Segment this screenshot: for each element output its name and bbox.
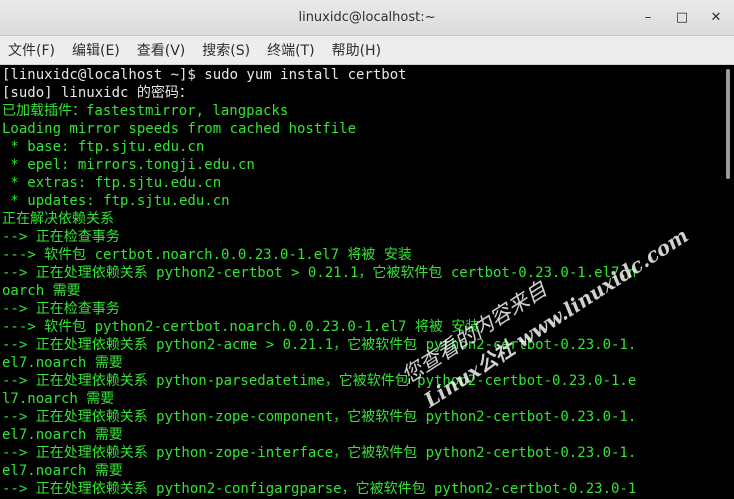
terminal-line: Loading mirror speeds from cached hostfi… [2, 121, 357, 137]
menu-edit[interactable]: 编辑(E) [68, 40, 124, 60]
close-icon[interactable]: ✕ [706, 8, 726, 28]
title-bar[interactable]: linuxidc@localhost:~ – □ ✕ [0, 0, 734, 36]
terminal-line: --> 正在处理依赖关系 python-parsedatetime，它被软件包 … [2, 373, 637, 389]
terminal-line: ---> 软件包 python2-certbot.noarch.0.0.23.0… [2, 319, 480, 335]
terminal-line: * updates: ftp.sjtu.edu.cn [2, 193, 230, 209]
menu-file[interactable]: 文件(F) [4, 40, 59, 60]
menu-help[interactable]: 帮助(H) [328, 40, 385, 60]
minimize-icon[interactable]: – [638, 8, 658, 28]
terminal-line: * extras: ftp.sjtu.edu.cn [2, 175, 222, 191]
terminal-line: [sudo] linuxidc 的密码： [2, 85, 193, 101]
terminal-line: --> 正在处理依赖关系 python-zope-component，它被软件包… [2, 409, 637, 425]
window-title: linuxidc@localhost:~ [298, 10, 436, 25]
menu-search[interactable]: 搜索(S) [198, 40, 254, 60]
terminal-line: --> 正在处理依赖关系 python2-configargparse，它被软件… [2, 481, 637, 497]
terminal-line: --> 正在处理依赖关系 python-zope-interface，它被软件包… [2, 445, 637, 461]
terminal-line: * base: ftp.sjtu.edu.cn [2, 139, 205, 155]
terminal-line: --> 正在检查事务 [2, 229, 120, 245]
menu-terminal[interactable]: 终端(T) [263, 40, 318, 60]
terminal-line: --> 正在处理依赖关系 python2-acme > 0.21.1，它被软件包… [2, 337, 637, 353]
terminal-line: l7.noarch 需要 [2, 391, 115, 407]
terminal-line: 已加载插件：fastestmirror, langpacks [2, 103, 289, 119]
terminal-line: el7.noarch 需要 [2, 355, 123, 371]
terminal-line: [linuxidc@localhost ~]$ sudo yum install… [2, 67, 407, 83]
terminal-area[interactable]: [linuxidc@localhost ~]$ sudo yum install… [0, 65, 734, 499]
menu-view[interactable]: 查看(V) [133, 40, 190, 60]
scrollbar-thumb[interactable] [726, 69, 730, 179]
scrollbar[interactable] [722, 65, 734, 499]
terminal-line: --> 正在检查事务 [2, 301, 120, 317]
maximize-icon[interactable]: □ [672, 8, 692, 28]
menu-bar: 文件(F) 编辑(E) 查看(V) 搜索(S) 终端(T) 帮助(H) [0, 36, 734, 65]
terminal-line: el7.noarch 需要 [2, 427, 123, 443]
terminal-line: el7.noarch 需要 [2, 463, 123, 479]
terminal-line: ---> 软件包 certbot.noarch.0.0.23.0-1.el7 将… [2, 247, 412, 263]
terminal-line: 正在解决依赖关系 [2, 211, 114, 227]
terminal-line: * epel: mirrors.tongji.edu.cn [2, 157, 255, 173]
terminal-output: [linuxidc@localhost ~]$ sudo yum install… [2, 66, 720, 498]
terminal-line: --> 正在处理依赖关系 python2-certbot > 0.21.1，它被… [2, 265, 637, 281]
terminal-line: oarch 需要 [2, 283, 81, 299]
